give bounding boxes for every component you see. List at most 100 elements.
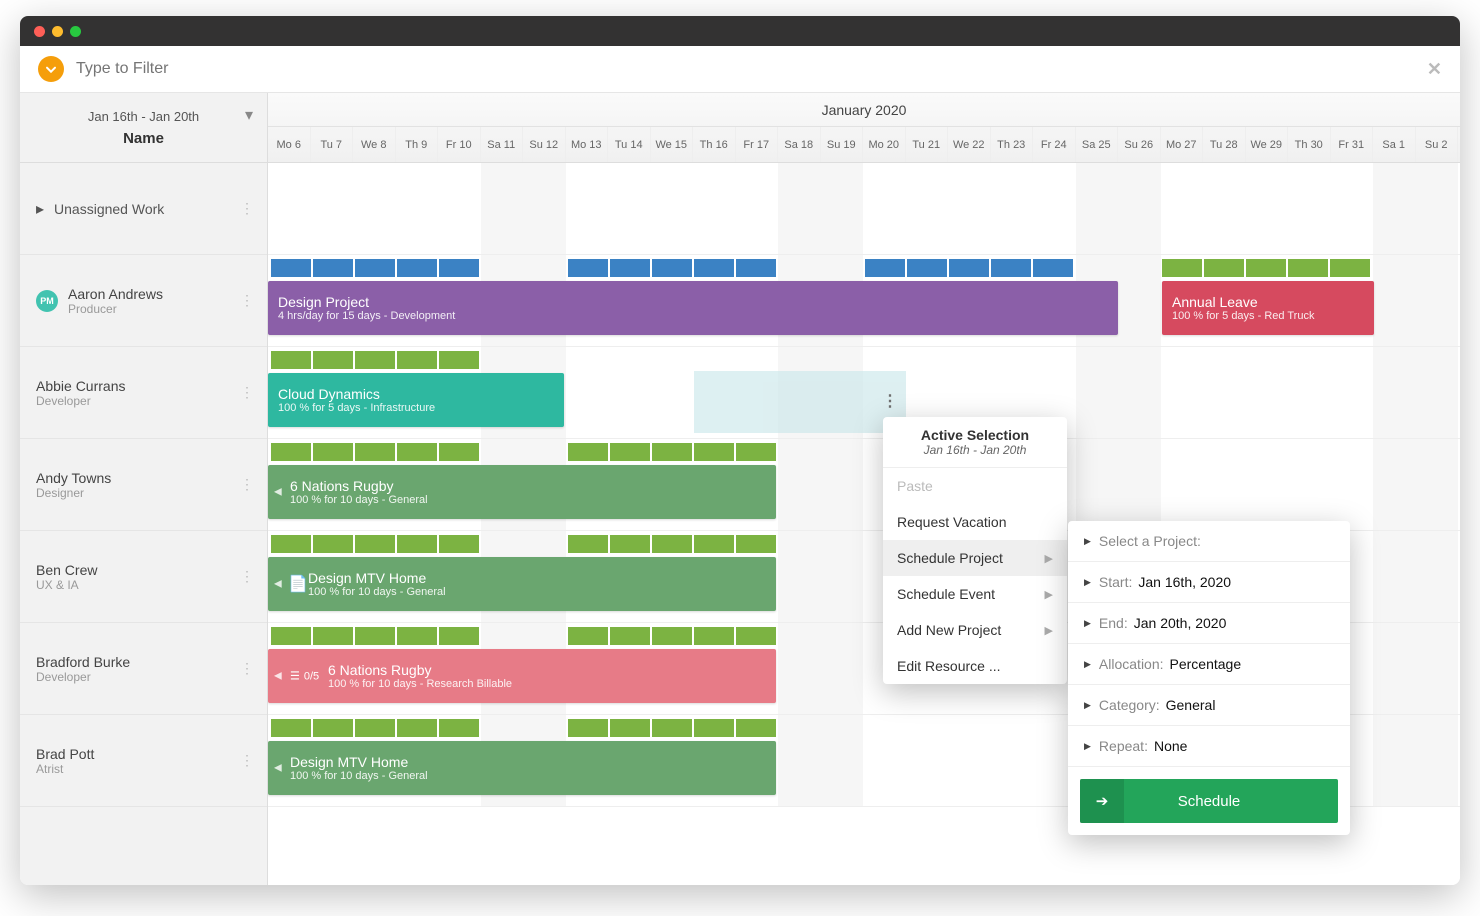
day-header-cell[interactable]: Mo 27 xyxy=(1161,127,1204,162)
day-header-cell[interactable]: Fr 10 xyxy=(438,127,481,162)
kebab-icon[interactable]: ⋮ xyxy=(240,200,255,217)
sidebar-row-person[interactable]: Abbie Currans Developer ⋮ xyxy=(20,347,267,439)
day-header-cell[interactable]: Su 19 xyxy=(821,127,864,162)
day-header-cell[interactable]: Fr 31 xyxy=(1331,127,1374,162)
menu-item-schedule-event[interactable]: Schedule Event ▶ xyxy=(883,576,1067,612)
day-header-cell[interactable]: Su 12 xyxy=(523,127,566,162)
kebab-icon[interactable]: ⋮ xyxy=(240,660,255,677)
availability-block xyxy=(313,351,353,369)
sidebar-header: Jan 16th - Jan 20th ▾ Name xyxy=(20,93,267,163)
window-zoom-button[interactable] xyxy=(70,26,81,37)
task-subtitle: 100 % for 10 days - Research Billable xyxy=(328,678,766,690)
flyout-row-end[interactable]: ▶ End: Jan 20th, 2020 xyxy=(1068,603,1350,644)
availability-block xyxy=(991,259,1031,277)
day-header-cell[interactable]: Su 26 xyxy=(1118,127,1161,162)
context-menu-subtitle: Jan 16th - Jan 20th xyxy=(891,443,1059,457)
day-header-cell[interactable]: We 22 xyxy=(948,127,991,162)
schedule-project-flyout: ▶ Select a Project: ▶ Start: Jan 16th, 2… xyxy=(1068,521,1350,835)
availability-block xyxy=(1330,259,1370,277)
window-minimize-button[interactable] xyxy=(52,26,63,37)
flyout-row-select-project[interactable]: ▶ Select a Project: xyxy=(1068,521,1350,562)
menu-item-paste[interactable]: Paste xyxy=(883,468,1067,504)
day-header-cell[interactable]: Tu 7 xyxy=(311,127,354,162)
day-header-cell[interactable]: Sa 1 xyxy=(1373,127,1416,162)
day-header-cell[interactable]: Mo 6 xyxy=(268,127,311,162)
sidebar-row-person[interactable]: Brad Pott Atrist ⋮ xyxy=(20,715,267,807)
day-header-cell[interactable]: Th 9 xyxy=(396,127,439,162)
grid-row-abbie[interactable]: ⋮ Cloud Dynamics 100 % for 5 days - Infr… xyxy=(268,347,1460,439)
kebab-icon[interactable]: ⋮ xyxy=(240,292,255,309)
day-header-cell[interactable]: Tu 14 xyxy=(608,127,651,162)
day-header-cell[interactable]: Tu 28 xyxy=(1203,127,1246,162)
sidebar-row-person[interactable]: PM Aaron Andrews Producer ⋮ xyxy=(20,255,267,347)
sidebar-row-person[interactable]: Andy Towns Designer ⋮ xyxy=(20,439,267,531)
availability-block xyxy=(439,259,479,277)
availability-block xyxy=(439,351,479,369)
day-header-cell[interactable]: Sa 18 xyxy=(778,127,821,162)
menu-item-label: Schedule Project xyxy=(897,550,1003,566)
grid-row-unassigned[interactable] xyxy=(268,163,1460,255)
menu-item-add-new-project[interactable]: Add New Project ▶ xyxy=(883,612,1067,648)
selection-highlight[interactable]: ⋮ xyxy=(694,371,906,433)
availability-block xyxy=(736,627,776,645)
window-close-button[interactable] xyxy=(34,26,45,37)
task-bar-mtv-home[interactable]: ◀ 📄 Design MTV Home 100 % for 10 days - … xyxy=(268,557,776,611)
day-header-cell[interactable]: Su 2 xyxy=(1416,127,1459,162)
day-header-cell[interactable]: Th 16 xyxy=(693,127,736,162)
date-range-label[interactable]: Jan 16th - Jan 20th xyxy=(88,109,199,124)
availability-block xyxy=(397,443,437,461)
schedule-button[interactable]: ➔ Schedule xyxy=(1080,779,1338,823)
task-bar-design-project[interactable]: Design Project 4 hrs/day for 15 days - D… xyxy=(268,281,1118,335)
kebab-icon[interactable]: ⋮ xyxy=(240,752,255,769)
task-bar-annual-leave[interactable]: Annual Leave 100 % for 5 days - Red Truc… xyxy=(1162,281,1374,335)
availability-block xyxy=(397,535,437,553)
day-header-cell[interactable]: Th 30 xyxy=(1288,127,1331,162)
day-header-cell[interactable]: Fr 24 xyxy=(1033,127,1076,162)
filter-input[interactable] xyxy=(76,60,1415,78)
day-header-cell[interactable]: Th 23 xyxy=(991,127,1034,162)
flyout-row-category[interactable]: ▶ Category: General xyxy=(1068,685,1350,726)
availability-block xyxy=(355,351,395,369)
kebab-icon[interactable]: ⋮ xyxy=(240,568,255,585)
task-bar-mtv-home[interactable]: ◀ Design MTV Home 100 % for 10 days - Ge… xyxy=(268,741,776,795)
flyout-row-start[interactable]: ▶ Start: Jan 16th, 2020 xyxy=(1068,562,1350,603)
availability-block xyxy=(271,719,311,737)
day-header-cell[interactable]: We 15 xyxy=(651,127,694,162)
timeline-grid[interactable]: January 2020 Mo 6Tu 7We 8Th 9Fr 10Sa 11S… xyxy=(268,93,1460,885)
close-icon[interactable]: ✕ xyxy=(1427,59,1442,80)
grid-row-andy[interactable]: ◀ 6 Nations Rugby 100 % for 10 days - Ge… xyxy=(268,439,1460,531)
day-header-cell[interactable]: Sa 25 xyxy=(1076,127,1119,162)
task-bar-cloud-dynamics[interactable]: Cloud Dynamics 100 % for 5 days - Infras… xyxy=(268,373,564,427)
task-subtitle: 100 % for 10 days - General xyxy=(308,586,766,598)
task-bar-6nations[interactable]: ◀ 6 Nations Rugby 100 % for 10 days - Ge… xyxy=(268,465,776,519)
day-header-cell[interactable]: Mo 13 xyxy=(566,127,609,162)
note-icon: 📄 xyxy=(288,574,308,594)
flyout-row-repeat[interactable]: ▶ Repeat: None xyxy=(1068,726,1350,767)
sidebar-row-person[interactable]: Bradford Burke Developer ⋮ xyxy=(20,623,267,715)
flyout-key: Repeat: xyxy=(1099,738,1148,754)
kebab-icon[interactable]: ⋮ xyxy=(240,476,255,493)
day-header-cell[interactable]: Tu 21 xyxy=(906,127,949,162)
flyout-row-allocation[interactable]: ▶ Allocation: Percentage xyxy=(1068,644,1350,685)
day-header-cell[interactable]: Mo 20 xyxy=(863,127,906,162)
grid-row-aaron[interactable]: Design Project 4 hrs/day for 15 days - D… xyxy=(268,255,1460,347)
availability-block xyxy=(313,535,353,553)
day-header-cell[interactable]: Sa 11 xyxy=(481,127,524,162)
chevron-down-icon[interactable]: ▾ xyxy=(245,105,253,125)
checklist-icon: ☰ xyxy=(290,670,300,683)
day-header-cell[interactable]: Fr 17 xyxy=(736,127,779,162)
day-header-cell[interactable]: We 8 xyxy=(353,127,396,162)
menu-item-schedule-project[interactable]: Schedule Project ▶ xyxy=(883,540,1067,576)
kebab-icon[interactable]: ⋮ xyxy=(882,391,898,411)
sidebar-row-person[interactable]: Ben Crew UX & IA ⋮ xyxy=(20,531,267,623)
task-bar-6nations-billable[interactable]: ◀ ☰ 0/5 6 Nations Rugby 100 % for 10 day… xyxy=(268,649,776,703)
menu-item-edit-resource[interactable]: Edit Resource ... xyxy=(883,648,1067,684)
availability-block xyxy=(736,443,776,461)
sidebar-row-unassigned[interactable]: ▸ Unassigned Work ⋮ xyxy=(20,163,267,255)
task-title: 6 Nations Rugby xyxy=(290,478,766,494)
availability-block xyxy=(271,443,311,461)
menu-item-request-vacation[interactable]: Request Vacation xyxy=(883,504,1067,540)
person-name: Abbie Currans xyxy=(36,378,126,394)
kebab-icon[interactable]: ⋮ xyxy=(240,384,255,401)
day-header-cell[interactable]: We 29 xyxy=(1246,127,1289,162)
